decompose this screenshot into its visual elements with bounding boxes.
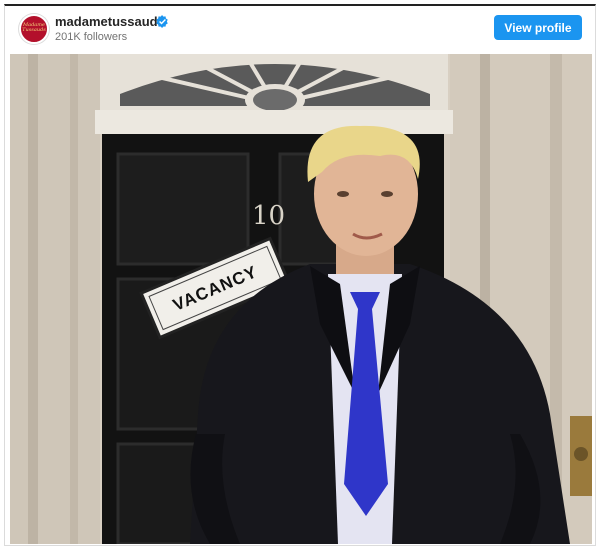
account-avatar[interactable]: Madame Tussauds (19, 14, 49, 44)
door-number: 10 (252, 201, 285, 231)
verified-badge-icon (156, 15, 168, 28)
follower-count: 201K followers (55, 31, 128, 43)
left-pilaster (10, 54, 100, 544)
view-profile-button[interactable]: View profile (494, 15, 582, 40)
avatar-logo-text: Madame Tussauds (22, 22, 46, 33)
instagram-embed-card: Madame Tussauds madametussauds 201K foll… (4, 4, 596, 546)
photo-scene: 10 VACANCY (10, 54, 592, 544)
account-username[interactable]: madametussauds (55, 14, 165, 29)
post-photo[interactable]: 10 VACANCY (10, 54, 592, 544)
post-header: Madame Tussauds madametussauds 201K foll… (5, 6, 595, 54)
door-lintel (95, 110, 453, 134)
